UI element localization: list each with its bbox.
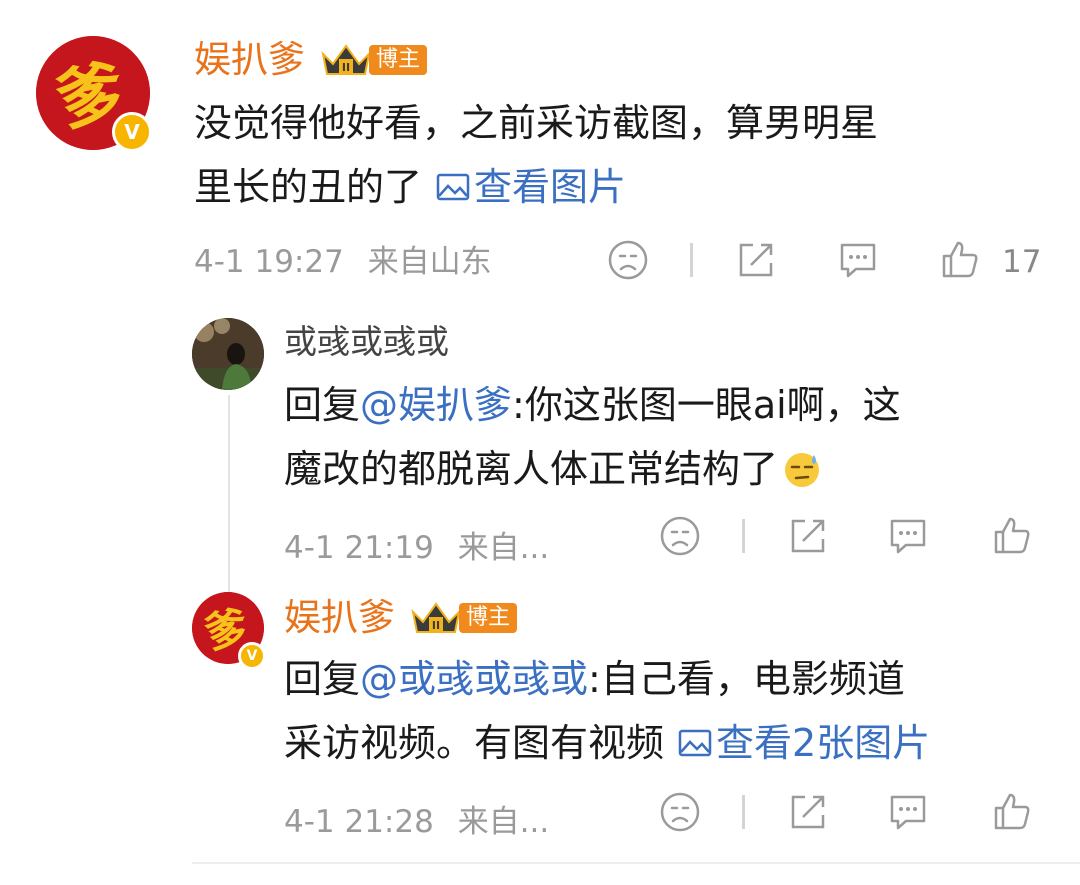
dislike-face-icon	[660, 792, 700, 832]
view-image-link[interactable]: 查看图片	[436, 154, 626, 220]
image-icon	[436, 173, 470, 201]
mention-link[interactable]: @娱扒爹	[360, 383, 512, 427]
like-button[interactable]	[938, 238, 982, 282]
timestamp: 4-1 19:27	[194, 244, 344, 280]
location: 来自山东	[367, 244, 492, 280]
location: 来自...	[457, 804, 550, 840]
dislike-button[interactable]	[606, 238, 650, 282]
avatar-photo-icon	[192, 318, 264, 390]
dislike-face-icon	[660, 516, 700, 556]
reply-text: :你这张图一眼ai啊，这	[512, 383, 901, 427]
comment-meta: 4-1 19:27 来自山东	[194, 242, 492, 282]
view-images-label: 查看2张图片	[716, 721, 931, 765]
crown-badge: II 博主	[409, 600, 518, 636]
timestamp: 4-1 21:28	[284, 804, 434, 840]
comment-button[interactable]	[886, 790, 930, 834]
reply2-text-line1: 回复@或彧或彧或:自己看，电影频道	[284, 646, 905, 712]
timestamp: 4-1 21:19	[284, 530, 434, 566]
thread-line	[228, 395, 230, 605]
like-count: 17	[1002, 244, 1042, 280]
reply1-meta: 4-1 21:19 来自...	[284, 528, 549, 568]
action-separator	[690, 243, 693, 277]
reply-prefix: 回复	[284, 657, 361, 701]
dislike-button[interactable]	[658, 514, 702, 558]
share-icon	[739, 243, 773, 277]
comment-text-line2: 里长的丑的了	[194, 165, 423, 209]
share-icon	[791, 519, 825, 553]
username[interactable]: 或彧或彧或	[284, 322, 449, 362]
image-icon	[678, 729, 712, 757]
like-button[interactable]	[990, 790, 1034, 834]
share-icon	[791, 795, 825, 829]
comment-icon	[890, 795, 926, 830]
svg-text:II: II	[342, 61, 350, 74]
verified-icon: V	[112, 112, 152, 152]
blogger-badge: 博主	[459, 603, 518, 633]
reply-text: :自己看，电影频道	[588, 657, 905, 701]
like-thumb-icon	[994, 793, 1030, 830]
verified-icon: V	[238, 642, 266, 670]
view-image-label: 查看图片	[474, 165, 627, 209]
reply1-text-line1: 回复@娱扒爹:你这张图一眼ai啊，这	[284, 372, 901, 438]
like-button[interactable]	[990, 514, 1034, 558]
view-images-link[interactable]: 查看2张图片	[678, 710, 930, 776]
like-thumb-icon	[942, 241, 978, 278]
like-thumb-icon	[994, 517, 1030, 554]
username[interactable]: 娱扒爹	[194, 38, 305, 82]
comment-button[interactable]	[886, 514, 930, 558]
location: 来自...	[457, 530, 550, 566]
action-separator	[742, 795, 745, 829]
crown-icon: II	[411, 602, 461, 633]
reply2-text-line2: 采访视频。有图有视频	[284, 721, 665, 765]
username[interactable]: 娱扒爹	[284, 596, 395, 640]
crown-badge: II 博主	[319, 42, 428, 78]
comment-icon	[890, 519, 926, 554]
action-separator	[742, 519, 745, 553]
comment-text-line1: 没觉得他好看，之前采访截图，算男明星	[194, 101, 879, 145]
reply1-text-line2: 魔改的都脱离人体正常结构了	[284, 447, 779, 491]
share-button[interactable]	[786, 514, 830, 558]
share-button[interactable]	[734, 238, 778, 282]
mention-link[interactable]: @或彧或彧或	[360, 657, 588, 701]
crown-icon: II	[321, 44, 371, 75]
dislike-button[interactable]	[658, 790, 702, 834]
dislike-face-icon	[608, 240, 648, 280]
share-button[interactable]	[786, 790, 830, 834]
blogger-badge: 博主	[369, 45, 428, 75]
reply-prefix: 回复	[284, 383, 361, 427]
sweat-face-icon	[785, 453, 820, 487]
avatar-reply1[interactable]	[192, 318, 264, 390]
comment-icon	[840, 243, 876, 278]
comment-button[interactable]	[836, 238, 880, 282]
reply2-meta: 4-1 21:28 来自...	[284, 802, 549, 842]
bottom-divider	[192, 862, 1080, 864]
svg-text:II: II	[432, 619, 440, 632]
